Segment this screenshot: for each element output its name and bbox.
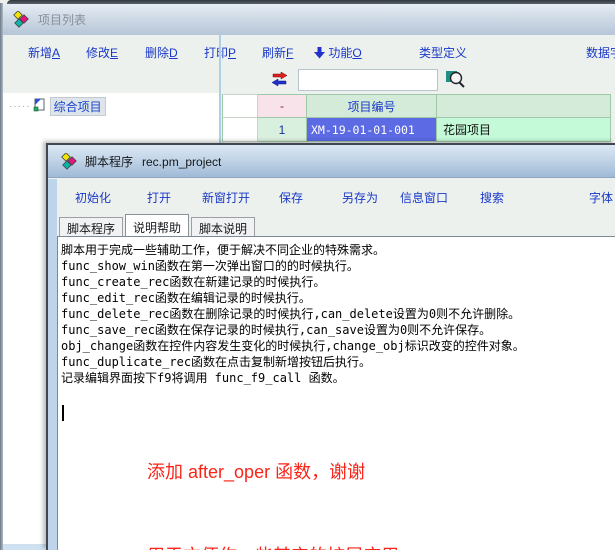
project-window-titlebar[interactable]: 项目列表 — [3, 4, 615, 35]
toolbar-font[interactable]: 字体 — [589, 189, 613, 206]
note-line-1: 添加 after_oper 函数，谢谢 — [61, 402, 615, 514]
help-line: func_show_win函数在第一次弹出窗口的的时候执行。 — [61, 258, 615, 274]
script-window: 脚本程序rec.pm_project 初始化 打开 新窗打开 保存 另存为 信息… — [46, 143, 615, 550]
help-line: func_delete_rec函数在删除记录的时候执行,can_delete设置… — [61, 306, 615, 322]
row-index-cell[interactable]: 1 — [258, 118, 307, 142]
script-window-titlebar[interactable]: 脚本程序rec.pm_project — [48, 145, 615, 178]
app-diamonds-icon — [13, 11, 30, 28]
script-diamonds-icon — [61, 153, 78, 170]
toolbar-search[interactable]: 搜索 — [480, 189, 504, 206]
toolbar-save-as[interactable]: 另存为 — [342, 189, 378, 206]
tree-node-icon — [32, 97, 47, 115]
tab-help[interactable]: 说明帮助 — [125, 214, 189, 236]
toolbar-save[interactable]: 保存 — [279, 189, 303, 206]
toolbar-initialize[interactable]: 初始化 — [75, 189, 111, 206]
search-row — [3, 67, 615, 93]
script-tabbar: 脚本程序 说明帮助 脚本说明 — [57, 213, 615, 236]
note-line-2: 用于方便作一些其它的扩展应用 — [61, 514, 615, 550]
down-arrow-icon — [314, 46, 325, 60]
help-line: 脚本用于完成一些辅助工作，便于解决不同企业的特殊需求。 — [61, 242, 615, 258]
row-selector-cell[interactable] — [222, 118, 258, 142]
menu-item-edit[interactable]: 修改E — [86, 44, 118, 61]
grid-header-dash[interactable]: - — [258, 94, 307, 118]
text-caret — [62, 405, 64, 421]
grid-corner-cell — [222, 94, 258, 118]
row-project-code-cell[interactable]: XM-19-01-01-001 — [307, 118, 437, 142]
help-line: func_create_rec函数在新建记录的时候执行。 — [61, 274, 615, 290]
toolbar-open[interactable]: 打开 — [147, 189, 171, 206]
script-toolbar: 初始化 打开 新窗打开 保存 另存为 信息窗口 搜索 字体 — [57, 179, 615, 213]
script-window-left-frame — [48, 179, 57, 550]
help-line: func_save_rec函数在保存记录的时候执行,can_save设置为0则不… — [61, 322, 615, 338]
project-window-title: 项目列表 — [38, 11, 86, 28]
help-line: 记录编辑界面按下f9将调用 func_f9_call 函数。 — [61, 370, 615, 386]
menu-item-type-define[interactable]: 类型定义 — [419, 44, 467, 61]
toolbar-open-new-window[interactable]: 新窗打开 — [202, 189, 250, 206]
help-line: func_edit_rec函数在编辑记录的时候执行。 — [61, 290, 615, 306]
swap-arrows-icon[interactable] — [271, 72, 288, 90]
tree-branch-dots: ····· — [9, 101, 31, 112]
search-input[interactable] — [298, 69, 438, 91]
menu-item-function[interactable]: 功能O — [314, 44, 362, 61]
grid-header-row: - 项目编号 — [222, 94, 611, 118]
grid-header-project-name[interactable] — [437, 94, 611, 118]
menu-item-refresh[interactable]: 刷新F — [262, 44, 293, 61]
row-project-name-cell[interactable]: 花园项目 — [437, 118, 611, 142]
help-text-area[interactable]: 脚本用于完成一些辅助工作，便于解决不同企业的特殊需求。 func_show_wi… — [57, 236, 615, 550]
menu-item-data-field[interactable]: 数据字 — [586, 44, 615, 61]
toolbar-info-window[interactable]: 信息窗口 — [400, 189, 448, 206]
menu-item-new[interactable]: 新增A — [28, 44, 60, 61]
table-row[interactable]: 1 XM-19-01-01-001 花园项目 — [222, 118, 611, 142]
script-window-title: 脚本程序rec.pm_project — [85, 153, 221, 170]
help-line: func_duplicate_rec函数在点击复制新增按钮后执行。 — [61, 354, 615, 370]
menu-item-delete[interactable]: 删除D — [145, 44, 178, 61]
help-line: obj_change函数在控件内容发生变化的时候执行,change_obj标识改… — [61, 338, 615, 354]
tab-script-description[interactable]: 脚本说明 — [191, 217, 255, 236]
blank-line — [61, 386, 615, 402]
screen: 项目列表 新增A 修改E 删除D 打印P 刷新F 功能O 类型定义 数据字 — [0, 0, 615, 550]
tree-item-label[interactable]: 综合项目 — [50, 97, 106, 116]
tree-item-general-project[interactable]: ····· 综合项目 — [9, 97, 106, 115]
project-grid: - 项目编号 1 XM-19-01-01-001 花园项目 — [222, 94, 611, 142]
tab-script-program[interactable]: 脚本程序 — [59, 217, 123, 236]
search-magnifier-icon[interactable] — [446, 70, 466, 92]
grid-header-project-code[interactable]: 项目编号 — [307, 94, 437, 118]
